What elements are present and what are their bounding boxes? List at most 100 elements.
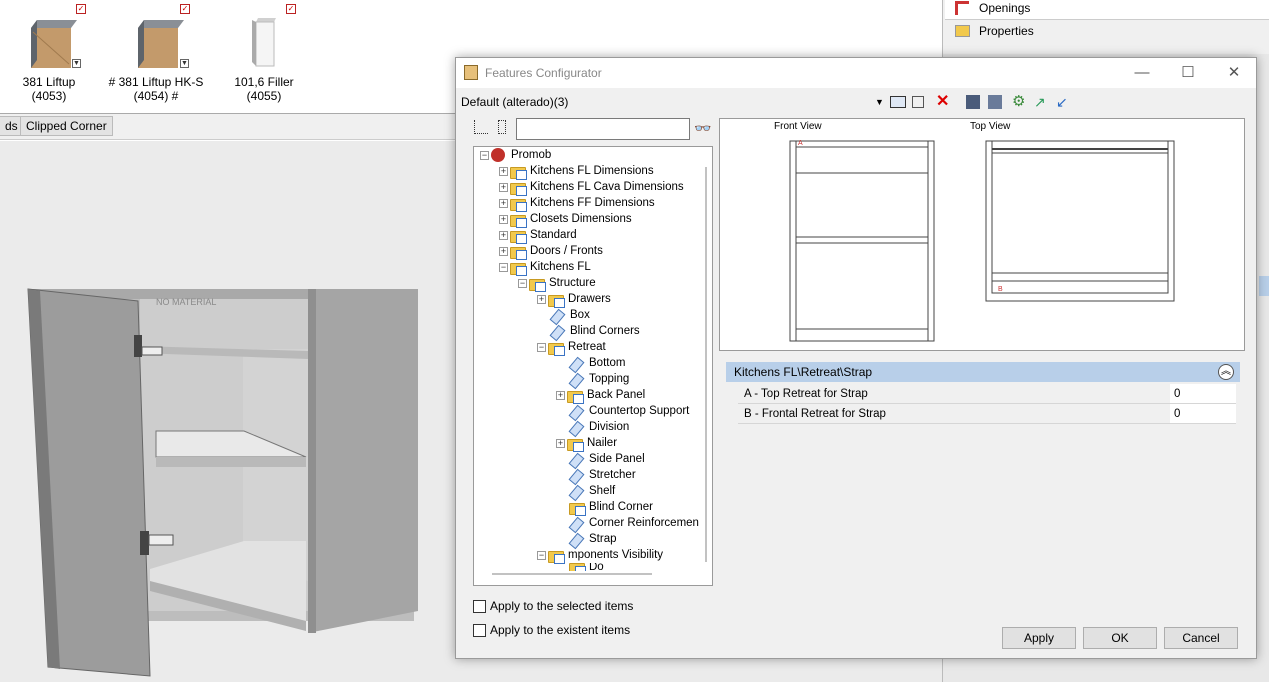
top-view-drawing: B xyxy=(985,140,1175,302)
selection-highlight xyxy=(1259,276,1269,296)
collapse-all-icon[interactable] xyxy=(498,120,506,134)
tree-node-label: Doors / Fronts xyxy=(530,245,603,257)
search-input[interactable] xyxy=(516,118,690,140)
minimize-icon[interactable]: — xyxy=(1132,64,1152,82)
tree-node[interactable]: Bottom xyxy=(569,355,625,371)
properties-icon xyxy=(955,25,970,37)
tree-node[interactable]: + Back Panel xyxy=(556,387,646,404)
select-checkbox[interactable]: ✓ xyxy=(286,4,296,14)
tree-node[interactable]: Division xyxy=(569,419,629,435)
feature-icon xyxy=(569,453,585,466)
folder-icon xyxy=(548,341,565,356)
tree-node[interactable]: Countertop Support xyxy=(569,403,689,419)
catalog-item-label: 101,6 Filler (4055) xyxy=(234,75,294,103)
catalog-item[interactable]: ✓ 101,6 Filler (4055) xyxy=(218,4,310,103)
import-icon[interactable]: ↗ xyxy=(1034,94,1052,110)
apply-selected-label: Apply to the selected items xyxy=(490,599,634,613)
feature-icon xyxy=(550,325,566,338)
maximize-icon[interactable]: ☐ xyxy=(1178,64,1198,82)
tree-node-label: Side Panel xyxy=(589,453,645,465)
properties-row[interactable]: Properties xyxy=(945,22,1269,42)
close-icon[interactable]: ✕ xyxy=(1224,64,1244,82)
tree-node-label: Bottom xyxy=(589,357,626,369)
tree-node[interactable]: Corner Reinforcemen xyxy=(569,515,699,531)
cancel-button[interactable]: Cancel xyxy=(1164,627,1238,649)
collapse-chevron-icon[interactable]: ︽ xyxy=(1218,364,1234,380)
tree-node[interactable]: Blind Corner xyxy=(569,499,653,516)
tree-node-label: Kitchens FL xyxy=(530,261,591,273)
folder-icon xyxy=(510,245,527,260)
front-view-drawing: A xyxy=(789,140,935,342)
ok-button[interactable]: OK xyxy=(1083,627,1157,649)
tree-node[interactable]: + Drawers xyxy=(537,291,611,308)
tree-node[interactable]: − Retreat xyxy=(537,339,606,356)
select-checkbox[interactable]: ✓ xyxy=(76,4,86,14)
tree-node[interactable]: Blind Corners xyxy=(550,323,640,339)
folder-icon xyxy=(529,277,546,292)
feature-icon xyxy=(569,533,585,546)
dialog-titlebar[interactable]: Features Configurator — ☐ ✕ xyxy=(456,58,1256,88)
property-value[interactable]: 0 xyxy=(1170,384,1236,403)
catalog-item[interactable]: ✓ ▼ # 381 Liftup HK-S (4054) # xyxy=(104,4,208,103)
property-label: B - Frontal Retreat for Strap xyxy=(744,408,886,420)
tree-node-label: Back Panel xyxy=(587,389,646,401)
tree-node[interactable]: Shelf xyxy=(569,483,615,499)
expand-icon[interactable]: ▼ xyxy=(180,59,189,68)
rename-icon[interactable] xyxy=(890,96,906,108)
expand-icon[interactable]: ▼ xyxy=(72,59,81,68)
save-as-icon[interactable] xyxy=(988,95,1002,109)
settings-gear-icon[interactable]: ⚙ xyxy=(1012,94,1030,110)
tree-node[interactable]: + Doors / Fronts xyxy=(499,243,603,260)
tree-node[interactable]: Topping xyxy=(569,371,629,387)
property-row[interactable]: A - Top Retreat for Strap 0 xyxy=(738,384,1236,404)
openings-label: Openings xyxy=(979,1,1031,15)
tab-clipped-corner[interactable]: Clipped Corner xyxy=(20,116,113,136)
folder-icon xyxy=(569,563,586,571)
property-grid-header: Kitchens FL\Retreat\Strap ︽ xyxy=(726,362,1240,382)
tree-node-label: Retreat xyxy=(568,341,606,353)
property-value[interactable]: 0 xyxy=(1170,404,1236,423)
tree-node[interactable]: Side Panel xyxy=(569,451,645,467)
export-icon[interactable]: ↙ xyxy=(1056,94,1074,110)
tree-node[interactable]: + Closets Dimensions xyxy=(499,211,632,228)
folder-icon xyxy=(510,261,527,276)
tree-node-label: Kitchens FL Dimensions xyxy=(530,165,654,177)
tree-node[interactable]: + Standard xyxy=(499,227,577,244)
filler-thumbnail-icon xyxy=(252,18,276,67)
tree-node[interactable]: − Kitchens FL xyxy=(499,259,591,276)
feature-tree[interactable]: − Promob + Kitchens FL Dimensions + Kitchen… xyxy=(473,146,713,586)
apply-selected-checkbox[interactable] xyxy=(473,600,486,613)
apply-button[interactable]: Apply xyxy=(1002,627,1076,649)
feature-icon xyxy=(569,469,585,482)
expand-all-icon[interactable] xyxy=(474,120,488,134)
find-binoculars-icon[interactable]: 👓 xyxy=(694,120,711,137)
tree-vscrollbar[interactable] xyxy=(705,167,707,562)
select-checkbox[interactable]: ✓ xyxy=(180,4,190,14)
tree-node[interactable]: − Structure xyxy=(518,275,596,292)
tree-node[interactable]: + Kitchens FL Cava Dimensions xyxy=(499,179,684,196)
property-row[interactable]: B - Frontal Retreat for Strap 0 xyxy=(738,404,1236,424)
openings-row[interactable]: Openings xyxy=(945,0,1269,20)
catalog-item[interactable]: ✓ ▼ 381 Liftup (4053) xyxy=(4,4,94,103)
tree-node[interactable]: + Nailer xyxy=(556,435,617,452)
tree-node-label: Shelf xyxy=(589,485,616,497)
front-view-label: Front View xyxy=(774,121,822,132)
tree-node[interactable]: − mponents Visibility xyxy=(537,547,663,564)
save-icon[interactable] xyxy=(966,95,980,109)
tree-node[interactable]: + Kitchens FF Dimensions xyxy=(499,195,655,212)
tree-hscrollbar[interactable] xyxy=(492,573,652,575)
copy-icon[interactable] xyxy=(912,96,924,108)
folder-icon xyxy=(510,165,527,180)
tree-node[interactable]: Stretcher xyxy=(569,467,636,483)
tree-node-strap-selected[interactable]: Strap xyxy=(569,531,617,547)
config-name: Default (alterado)(3) xyxy=(461,95,569,109)
tree-node[interactable]: Box xyxy=(550,307,590,323)
apply-existent-checkbox[interactable] xyxy=(473,624,486,637)
delete-icon[interactable]: ✕ xyxy=(936,94,954,110)
folder-icon xyxy=(510,181,527,196)
tree-node[interactable]: + Kitchens FL Dimensions xyxy=(499,163,654,180)
folder-icon xyxy=(567,389,584,404)
tree-node[interactable]: Do xyxy=(569,563,604,571)
cabinet-thumbnail-icon xyxy=(31,20,77,68)
tree-node-promob[interactable]: − Promob xyxy=(480,147,551,163)
